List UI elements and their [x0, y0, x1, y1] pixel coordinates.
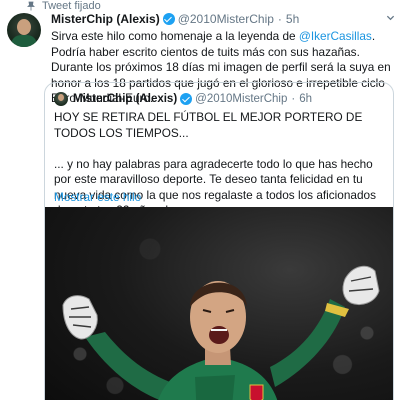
pin-icon — [27, 1, 35, 11]
tweet-text-start: Sirva este hilo como homenaje a la leyen… — [51, 29, 299, 43]
quoted-text-line1: HOY SE RETIRA DEL FÚTBOL EL MEJOR PORTER… — [54, 110, 363, 140]
author-name[interactable]: MisterChip (Alexis) — [51, 12, 160, 26]
separator-dot: · — [291, 93, 296, 105]
verified-badge-icon — [162, 12, 175, 25]
quoted-author-handle: @2010MisterChip — [195, 93, 288, 105]
celebrating-goalkeeper-image — [62, 265, 380, 400]
quoted-tweet-header: MisterChip (Alexis) @2010MisterChip · 6h — [54, 92, 312, 106]
mention-link[interactable]: @IkerCasillas — [299, 29, 372, 43]
quoted-tweet-time: 6h — [299, 93, 313, 105]
show-thread-link[interactable]: Mostrar este hilo — [54, 190, 141, 204]
tweet-time[interactable]: 5h — [286, 12, 299, 26]
chevron-down-icon[interactable] — [386, 13, 395, 22]
tweet-photo[interactable] — [45, 207, 393, 400]
author-handle[interactable]: @2010MisterChip — [178, 12, 274, 26]
author-avatar[interactable] — [7, 13, 41, 47]
separator-dot: · — [277, 11, 282, 26]
tweet-header: MisterChip (Alexis) @2010MisterChip · 5h — [51, 11, 397, 26]
quoted-tweet-card[interactable]: MisterChip (Alexis) @2010MisterChip · 6h… — [44, 82, 394, 400]
quoted-author-avatar — [54, 92, 68, 106]
verified-badge-icon — [180, 93, 193, 105]
quoted-author-name: MisterChip (Alexis) — [73, 93, 178, 105]
